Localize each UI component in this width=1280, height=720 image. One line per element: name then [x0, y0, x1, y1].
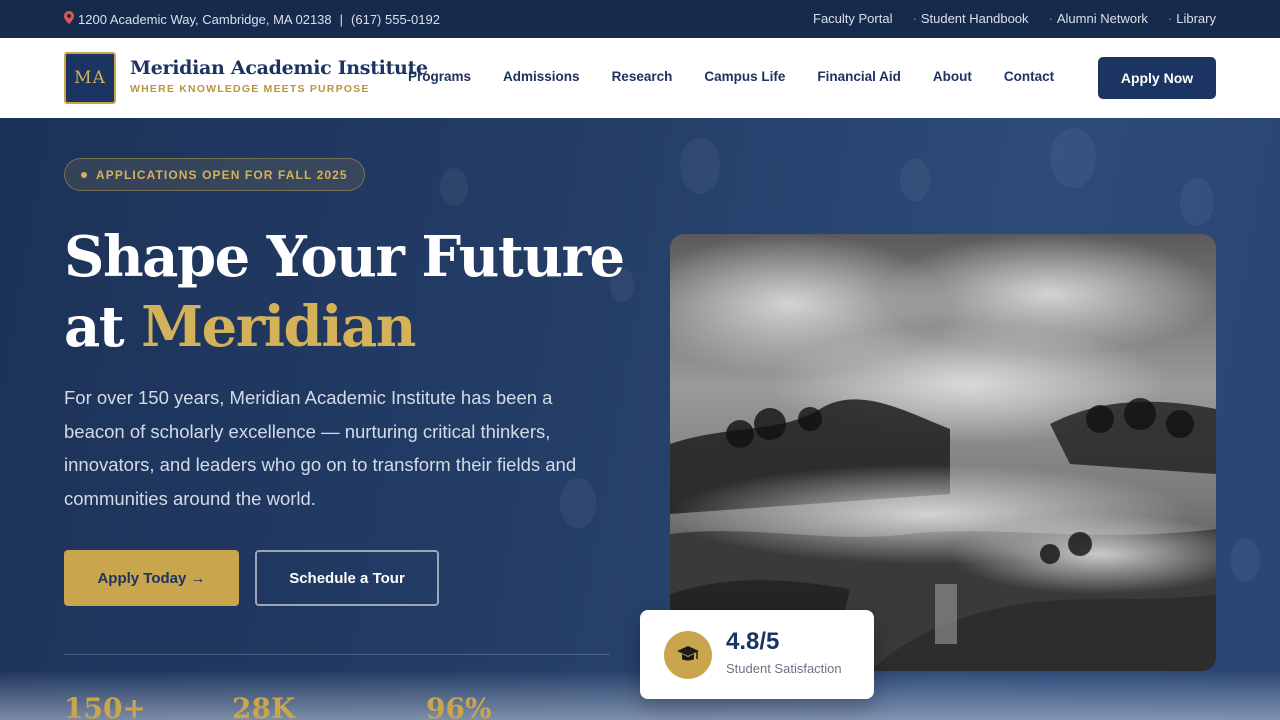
- nav-item-research[interactable]: Research: [596, 69, 689, 84]
- schedule-tour-button[interactable]: Schedule a Tour: [255, 550, 439, 606]
- apply-now-button[interactable]: Apply Now: [1098, 57, 1216, 99]
- address-text: 1200 Academic Way, Cambridge, MA 02138: [78, 11, 332, 27]
- hero-headline: Shape Your Future at Meridian: [64, 222, 625, 362]
- nav-item-financial-aid[interactable]: Financial Aid: [801, 69, 917, 84]
- utility-link-alumni-network[interactable]: · Alumni Network: [1049, 11, 1148, 26]
- utility-link-student-handbook[interactable]: · Student Handbook: [912, 11, 1028, 26]
- contact-info: 1200 Academic Way, Cambridge, MA 02138 |…: [64, 11, 440, 27]
- dot-separator: ·: [1167, 11, 1173, 26]
- background-texture: [1050, 128, 1096, 188]
- alumni-network-label: Alumni Network: [1056, 11, 1148, 26]
- utility-links: Faculty Portal · Student Handbook · Alumni…: [813, 11, 1216, 26]
- background-texture: [900, 158, 930, 202]
- phone-link[interactable]: (617) 555-0192: [351, 12, 440, 27]
- student-handbook-label: Student Handbook: [920, 11, 1029, 26]
- library-label: Library: [1176, 11, 1216, 26]
- nav-item-admissions[interactable]: Admissions: [487, 69, 596, 84]
- utility-link-faculty-portal[interactable]: Faculty Portal: [813, 11, 892, 26]
- headline-accent: Meridian: [141, 294, 416, 360]
- headline-line-1: Shape Your Future: [64, 224, 625, 290]
- nav-item-campus-life[interactable]: Campus Life: [688, 69, 801, 84]
- background-texture: [440, 168, 468, 206]
- badge-text: APPLICATIONS OPEN FOR FALL 2025: [96, 167, 348, 182]
- rating-label: Student Satisfaction: [726, 661, 842, 676]
- hero-section: APPLICATIONS OPEN FOR FALL 2025 Shape Yo…: [0, 118, 1280, 720]
- site-header: MA Meridian Academic Institute WHERE KNO…: [0, 38, 1280, 118]
- contact-separator: |: [339, 11, 344, 27]
- rating-score: 4.8/5: [726, 628, 780, 655]
- dot-separator: ·: [912, 11, 917, 26]
- admissions-badge: APPLICATIONS OPEN FOR FALL 2025: [64, 158, 365, 191]
- stats-row: 150+ 28K 96%: [64, 692, 492, 720]
- nav-item-programs[interactable]: Programs: [392, 69, 487, 84]
- hero-description: For over 150 years, Meridian Academic In…: [64, 387, 577, 509]
- faculty-portal-label: Faculty Portal: [813, 11, 893, 26]
- brand-tagline: WHERE KNOWLEDGE MEETS PURPOSE: [130, 83, 370, 95]
- stats-divider: [64, 654, 610, 655]
- graduation-cap-icon: [664, 631, 712, 679]
- logo-monogram[interactable]: MA: [64, 52, 116, 104]
- rating-card: 4.8/5 Student Satisfaction: [640, 610, 874, 699]
- stat-years: 150+: [64, 692, 146, 720]
- top-utility-bar: 1200 Academic Way, Cambridge, MA 02138 |…: [0, 0, 1280, 38]
- stat-students: 28K: [232, 692, 296, 720]
- utility-link-library[interactable]: · Library: [1168, 11, 1216, 26]
- stat-percent: 96%: [426, 692, 492, 720]
- nav-item-about[interactable]: About: [917, 69, 988, 84]
- landscape-illustration: [670, 234, 1216, 671]
- badge-dot-icon: [81, 171, 87, 178]
- dot-separator: ·: [1048, 11, 1053, 26]
- background-texture: [1230, 538, 1260, 582]
- apply-today-button[interactable]: Apply Today →: [64, 550, 239, 606]
- background-texture: [680, 138, 720, 194]
- background-texture: [1180, 178, 1214, 226]
- map-pin-icon: [64, 11, 74, 27]
- nav-item-contact[interactable]: Contact: [988, 69, 1070, 84]
- brand-name[interactable]: Meridian Academic Institute: [130, 57, 428, 79]
- headline-line-2-prefix: at: [64, 294, 125, 360]
- main-nav: Programs Admissions Research Campus Life…: [392, 69, 1070, 84]
- campus-landscape-photo: [670, 234, 1216, 671]
